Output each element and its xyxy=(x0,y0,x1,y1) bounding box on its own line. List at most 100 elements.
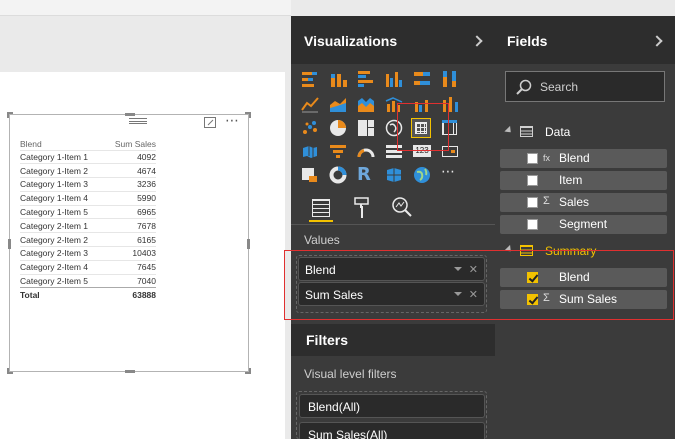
globe-icon[interactable] xyxy=(413,166,431,184)
resize-handle-bottom-right[interactable] xyxy=(245,368,251,374)
r-visual-icon[interactable]: R xyxy=(357,164,375,185)
sigma-icon: Σ xyxy=(543,195,550,207)
resize-handle-bottom-left[interactable] xyxy=(7,368,13,374)
checkbox[interactable] xyxy=(527,219,538,230)
field-row-data-sales[interactable]: Σ Sales xyxy=(500,193,667,212)
cell-sum-sales: 6165 xyxy=(108,232,156,247)
stacked-area-chart-icon[interactable] xyxy=(357,95,375,113)
shape-map-icon[interactable] xyxy=(385,166,403,184)
search-icon xyxy=(516,79,532,100)
group-data-label[interactable]: Data xyxy=(545,125,570,139)
checkbox[interactable] xyxy=(527,153,538,164)
cell-blend: Category 1-Item 4 xyxy=(20,190,108,206)
cell-blend: Category 2-Item 3 xyxy=(20,246,108,261)
cell-sum-sales: 4674 xyxy=(108,163,156,178)
total-value: 63888 xyxy=(108,287,156,302)
cell-sum-sales: 6965 xyxy=(108,204,156,219)
filter-card-sum-sales[interactable]: Sum Sales(All) xyxy=(299,422,485,439)
resize-handle-top[interactable] xyxy=(125,113,135,116)
cell-blend: Category 2-Item 1 xyxy=(20,218,108,233)
checkbox[interactable] xyxy=(527,197,538,208)
cell-sum-sales: 7040 xyxy=(108,273,156,288)
filled-map-icon[interactable] xyxy=(301,143,319,161)
table-row[interactable]: Category 1-Item 5 6965 xyxy=(20,204,156,219)
checkbox[interactable] xyxy=(527,175,538,186)
field-row-data-blend[interactable]: fx Blend xyxy=(500,149,667,168)
area-chart-icon[interactable] xyxy=(329,95,347,113)
filters-title: Filters xyxy=(306,332,349,348)
format-paint-roller-icon[interactable] xyxy=(352,196,372,225)
donut-chart-icon[interactable] xyxy=(329,166,347,184)
data-table: Blend Sum Sales Category 1-Item 1 4092 Cat… xyxy=(20,139,156,302)
drag-grip-icon[interactable] xyxy=(129,118,147,124)
resize-handle-left[interactable] xyxy=(8,239,11,249)
cell-blend: Category 2-Item 4 xyxy=(20,259,108,275)
table-row[interactable]: Category 1-Item 4 5990 xyxy=(20,190,156,206)
field-row-data-segment[interactable]: Segment xyxy=(500,215,667,234)
cell-blend: Category 2-Item 2 xyxy=(20,232,108,247)
annotation-box-table-icon xyxy=(397,103,449,151)
column-header-sum-sales[interactable]: Sum Sales xyxy=(108,139,156,150)
clustered-column-chart-icon[interactable] xyxy=(385,70,403,88)
focus-mode-icon[interactable] xyxy=(204,117,216,128)
table-row[interactable]: Category 2-Item 2 6165 xyxy=(20,232,156,247)
table-row[interactable]: Category 1-Item 1 4092 xyxy=(20,149,156,164)
stacked-bar-chart-icon[interactable] xyxy=(301,70,319,88)
100-percent-column-chart-icon[interactable] xyxy=(441,70,459,88)
column-header-blend[interactable]: Blend xyxy=(20,139,108,150)
visual-level-filters-label: Visual level filters xyxy=(304,367,397,381)
field-label: Sales xyxy=(559,195,590,209)
more-options-icon[interactable]: ⋯ xyxy=(225,112,240,129)
table-visual[interactable]: ⋯ Blend Sum Sales Category 1-Item 1 4092 C… xyxy=(7,112,251,374)
table-row[interactable]: Category 1-Item 2 4674 xyxy=(20,163,156,178)
cell-blend: Category 1-Item 3 xyxy=(20,177,108,192)
field-label: Item xyxy=(559,173,583,187)
table-row[interactable]: Category 2-Item 4 7645 xyxy=(20,259,156,275)
table-row[interactable]: Category 2-Item 3 10403 xyxy=(20,246,156,261)
calculated-column-icon: fx xyxy=(543,153,551,163)
filter-card-blend[interactable]: Blend(All) xyxy=(299,394,485,418)
table-row[interactable]: Category 1-Item 3 3236 xyxy=(20,177,156,192)
cell-blend: Category 2-Item 5 xyxy=(20,273,108,288)
search-placeholder: Search xyxy=(540,80,579,94)
cell-blend: Category 1-Item 1 xyxy=(20,149,108,164)
line-chart-icon[interactable] xyxy=(301,95,319,113)
visualizations-title: Visualizations xyxy=(304,33,398,49)
values-label: Values xyxy=(304,233,340,247)
treemap-icon[interactable] xyxy=(357,119,375,137)
fields-title: Fields xyxy=(507,33,548,49)
field-label: Segment xyxy=(559,217,608,231)
resize-handle-top-right[interactable] xyxy=(245,112,251,118)
visual-gallery: 123 R ⋯ xyxy=(291,64,495,189)
resize-handle-bottom[interactable] xyxy=(125,370,135,373)
table-row[interactable]: Category 2-Item 5 7040 xyxy=(20,273,156,288)
cell-blend: Category 1-Item 2 xyxy=(20,163,108,178)
cell-sum-sales: 7678 xyxy=(108,218,156,233)
clustered-bar-chart-icon[interactable] xyxy=(357,70,375,88)
cell-sum-sales: 10403 xyxy=(108,246,156,261)
scatter-chart-icon[interactable] xyxy=(301,119,319,137)
funnel-icon[interactable] xyxy=(329,143,347,161)
pie-chart-icon[interactable] xyxy=(329,119,347,137)
cell-sum-sales: 7645 xyxy=(108,259,156,275)
kpi-icon[interactable] xyxy=(301,166,319,184)
field-label: Blend xyxy=(559,151,590,165)
more-visuals-icon[interactable]: ⋯ xyxy=(441,163,459,181)
100-percent-bar-chart-icon[interactable] xyxy=(413,70,431,88)
total-label: Total xyxy=(20,287,108,302)
cell-sum-sales: 5990 xyxy=(108,190,156,206)
gauge-icon[interactable] xyxy=(357,143,375,161)
fields-tab-icon[interactable] xyxy=(312,199,330,217)
table-row[interactable]: Category 2-Item 1 7678 xyxy=(20,218,156,233)
stacked-column-chart-icon[interactable] xyxy=(329,70,347,88)
report-top-bar xyxy=(0,0,291,16)
resize-handle-top-left[interactable] xyxy=(7,112,13,118)
cell-sum-sales: 4092 xyxy=(108,149,156,164)
data-table-icon xyxy=(520,126,533,137)
resize-handle-right[interactable] xyxy=(247,239,250,249)
annotation-box-values xyxy=(284,250,674,320)
field-row-data-item[interactable]: Item xyxy=(500,171,667,190)
cell-sum-sales: 3236 xyxy=(108,177,156,192)
total-row: Total 63888 xyxy=(20,287,156,302)
analytics-magnifier-icon[interactable] xyxy=(391,196,413,223)
